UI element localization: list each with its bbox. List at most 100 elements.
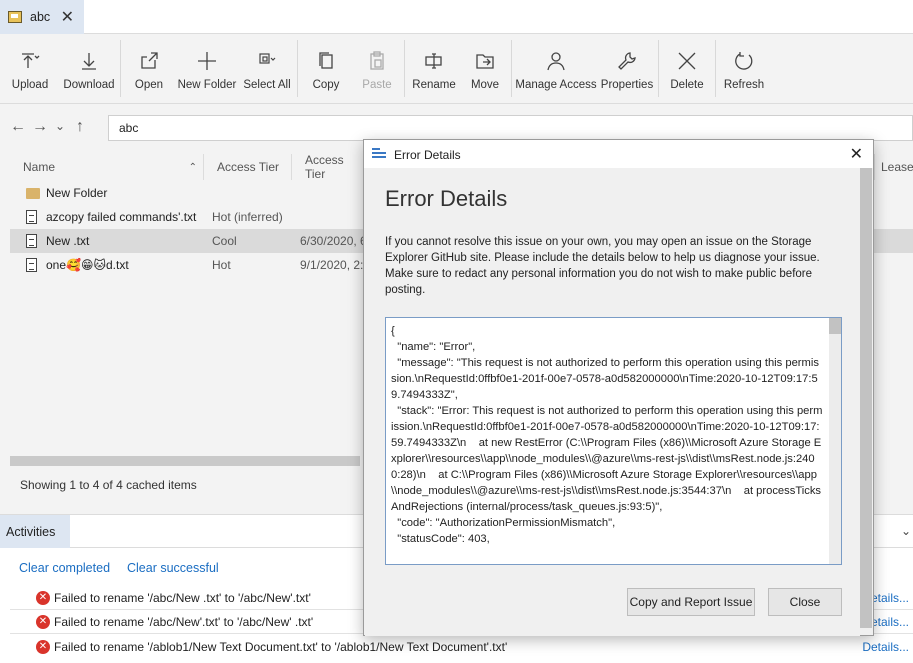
open-label: Open [134, 79, 164, 91]
dialog-heading: Error Details [385, 186, 508, 211]
upload-button[interactable]: Upload [0, 34, 60, 103]
column-access-tier-2-label: Access Tier [305, 153, 344, 181]
file-name: azcopy failed commands'.txt [46, 210, 197, 224]
column-lease[interactable]: Lease [874, 154, 913, 180]
error-icon: ✕ [36, 591, 50, 605]
error-icon: ✕ [36, 640, 50, 654]
error-json-text: { "name": "Error", "message": "This requ… [391, 325, 823, 545]
container-icon [8, 11, 22, 23]
close-icon[interactable]: ✕ [61, 7, 74, 27]
rename-label: Rename [412, 79, 456, 91]
divider [120, 40, 121, 97]
chevron-down-icon[interactable]: ⌄ [901, 524, 911, 538]
details-link[interactable]: Details... [862, 640, 909, 654]
download-button[interactable]: Download [60, 34, 118, 103]
forward-arrow-icon[interactable]: → [32, 118, 48, 136]
activity-text: Failed to rename '/abc/New'.txt' to '/ab… [54, 614, 314, 629]
manage-access-label: Manage Access [515, 79, 597, 91]
select-all-button[interactable]: Select All [239, 34, 295, 103]
refresh-button[interactable]: Refresh [718, 34, 770, 103]
file-name: one🥰😁🐱d.txt [46, 258, 129, 272]
column-access-tier-2[interactable]: Access Tier [292, 153, 362, 181]
upload-icon [22, 53, 40, 68]
file-name: New .txt [46, 234, 90, 248]
rename-button[interactable]: Rename [407, 34, 461, 103]
person-icon [547, 52, 565, 71]
select-all-label: Select All [243, 79, 291, 91]
divider [297, 40, 298, 97]
paste-icon [370, 51, 384, 70]
error-details-dialog: Error Details ✕ Error Details If you can… [363, 139, 874, 636]
select-all-icon [259, 53, 276, 64]
chevron-down-icon[interactable]: ⌄ [55, 119, 65, 133]
delete-icon [678, 52, 696, 70]
tab-label: abc [30, 10, 51, 24]
address-input[interactable]: abc [108, 115, 913, 141]
tab-activities[interactable]: Activities [0, 515, 70, 549]
move-button[interactable]: Move [461, 34, 509, 103]
back-arrow-icon[interactable]: ← [10, 118, 26, 136]
move-label: Move [470, 79, 500, 91]
dialog-scrollbar[interactable] [860, 168, 872, 628]
file-access-tier: Hot [212, 258, 231, 272]
refresh-icon [735, 52, 753, 70]
scrollbar-thumb[interactable] [829, 318, 841, 334]
paste-button[interactable]: Paste [352, 34, 402, 103]
column-lease-label: Lease [881, 160, 913, 174]
open-button[interactable]: Open [123, 34, 175, 103]
rename-icon [425, 53, 442, 69]
activity-text: Failed to rename '/ablob1/New Text Docum… [54, 640, 508, 654]
new-folder-button[interactable]: New Folder [175, 34, 239, 103]
storage-explorer-icon [372, 148, 386, 160]
download-label: Download [63, 79, 115, 91]
activity-text: Failed to rename '/abc/New .txt' to '/ab… [54, 590, 311, 605]
column-access-tier[interactable]: Access Tier [204, 154, 292, 180]
status-text: Showing 1 to 4 of 4 cached items [20, 478, 197, 492]
column-name[interactable]: Name ⌃ [10, 154, 204, 180]
refresh-label: Refresh [723, 79, 765, 91]
delete-button[interactable]: Delete [661, 34, 713, 103]
error-details-textarea[interactable]: { "name": "Error", "message": "This requ… [385, 317, 842, 565]
clear-successful-link[interactable]: Clear successful [127, 561, 219, 575]
divider [658, 40, 659, 97]
horizontal-scrollbar[interactable] [10, 456, 360, 466]
download-icon [82, 53, 96, 70]
dialog-titlebar: Error Details ✕ [364, 140, 873, 168]
document-icon [26, 234, 37, 248]
divider [404, 40, 405, 97]
document-icon [26, 258, 37, 272]
dialog-title: Error Details [394, 148, 461, 162]
properties-label: Properties [600, 79, 654, 91]
error-icon: ✕ [36, 615, 50, 629]
folder-icon [26, 188, 40, 199]
column-access-tier-label: Access Tier [217, 160, 280, 174]
manage-access-button[interactable]: Manage Access [514, 34, 598, 103]
copy-and-report-issue-button[interactable]: Copy and Report Issue [627, 588, 755, 616]
paste-label: Paste [362, 79, 392, 91]
tab-abc[interactable]: abc ✕ [0, 0, 84, 34]
wrench-icon [618, 52, 636, 70]
file-access-tier: Cool [212, 234, 237, 248]
copy-button[interactable]: Copy [300, 34, 352, 103]
up-arrow-icon[interactable]: ↑ [76, 118, 84, 136]
open-icon [141, 52, 158, 69]
upload-label: Upload [11, 79, 49, 91]
new-folder-label: New Folder [177, 79, 237, 91]
close-button[interactable]: Close [768, 588, 842, 616]
dialog-content: Error Details If you cannot resolve this… [365, 168, 860, 636]
tab-strip: abc ✕ [0, 0, 913, 34]
delete-label: Delete [670, 79, 704, 91]
plus-icon [198, 52, 216, 70]
toolbar: Upload Download Open New Folder Select A… [0, 34, 913, 104]
textarea-scrollbar[interactable] [829, 318, 841, 564]
properties-button[interactable]: Properties [598, 34, 656, 103]
file-date: 9/1/2020, 2: [300, 258, 364, 272]
clear-completed-link[interactable]: Clear completed [19, 561, 110, 575]
divider [715, 40, 716, 97]
file-date: 6/30/2020, 6 [300, 234, 367, 248]
sort-up-icon: ⌃ [188, 161, 197, 173]
file-access-tier: Hot (inferred) [212, 210, 283, 224]
column-name-label: Name [23, 160, 56, 174]
close-icon[interactable]: ✕ [850, 144, 863, 164]
dialog-description: If you cannot resolve this issue on your… [385, 236, 820, 296]
